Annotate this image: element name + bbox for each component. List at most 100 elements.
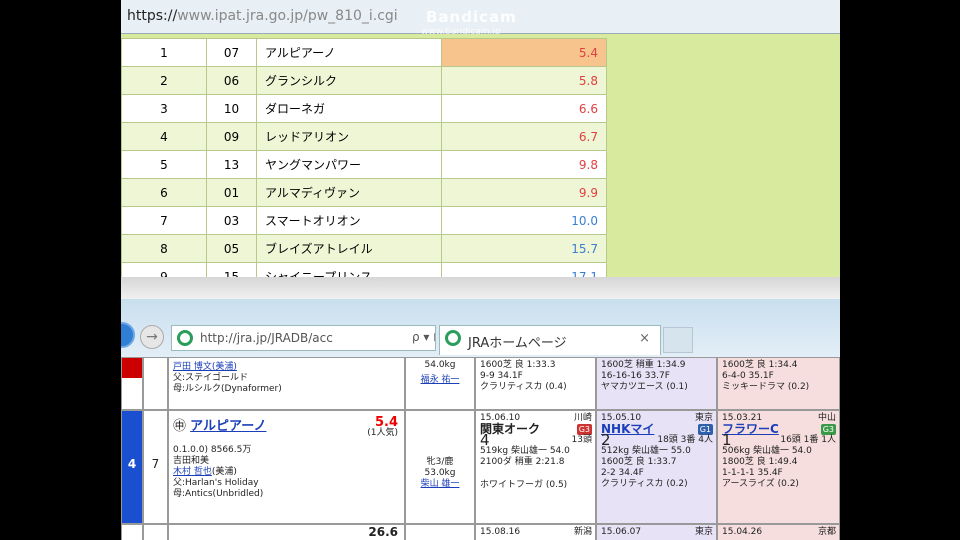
weight-cell-next [405, 524, 475, 540]
past-race-3-next[interactable]: 15.04.26 京都 [717, 524, 840, 540]
odds-row[interactable]: 8 05 ブレイズアトレイル 15.7 [121, 234, 607, 263]
race-venue: 新潟 [573, 527, 592, 537]
sire: 父:Harlan's Holiday [173, 478, 259, 488]
horse-name-cell: ヤングマンパワー [256, 150, 442, 179]
race-winner: ヤマカツエース (0.1) [601, 382, 688, 392]
past-race-3-prev[interactable]: 1600芝 良 1:34.4 6-4-0 35.1F ミッキードラマ (0.2) [717, 357, 840, 410]
bandicam-watermark: Bandicam [426, 8, 517, 26]
grade-badge: G3 [820, 424, 836, 435]
weight: 53.0kg [424, 468, 456, 478]
past-race-2-prev[interactable]: 1600芝 稍重 1:34.9 16-16-16 33.7F ヤマカツエース (… [596, 357, 717, 410]
race-position: 9-9 34.1F [480, 371, 523, 381]
frame-cell [121, 524, 143, 540]
tab-title: JRAホームページ [468, 336, 567, 351]
horse-number-cell: 01 [206, 178, 257, 207]
race-venue: 中山 [817, 413, 836, 423]
trainer-link[interactable]: 木村 哲也 [173, 467, 212, 477]
field-size: 13頭 [571, 435, 592, 445]
rank-cell: 5 [121, 150, 207, 179]
win-odds: 26.6 [368, 525, 398, 539]
weight-cell: 牝3/鹿 53.0kg 柴山 雄一 [405, 410, 475, 524]
race-venue: 東京 [694, 413, 713, 423]
race-card: 戸田 博文(美浦) 父:ステイゴールド 母:ルシルク(Dynaformer) 5… [121, 357, 840, 540]
top-url[interactable]: https://www.ipat.jra.go.jp/pw_810_i.cgi [127, 8, 398, 24]
past-race-1-next[interactable]: 15.08.16 新潟 [475, 524, 596, 540]
trainer-affiliation: (美浦) [211, 467, 237, 477]
horse-name-cell: アルピアーノ [256, 38, 442, 67]
horse-cell-prev: 戸田 博文(美浦) 父:ステイゴールド 母:ルシルク(Dynaformer) [168, 357, 405, 410]
close-tab-icon[interactable]: × [639, 331, 650, 346]
frame-cell [121, 357, 143, 410]
horse-cell-next: 26.6 [168, 524, 405, 540]
odds-row[interactable]: 7 03 スマートオリオン 10.0 [121, 206, 607, 235]
jra-favicon-icon [177, 330, 193, 346]
horse-name-link[interactable]: アルピアーノ [190, 419, 266, 434]
horse-number-cell: 13 [206, 150, 257, 179]
jockey-link[interactable]: 福永 祐一 [406, 375, 474, 386]
screenshot: https://www.ipat.jra.go.jp/pw_810_i.cgi … [121, 0, 840, 540]
odds-row[interactable]: 1 07 アルピアーノ 5.4 [121, 38, 607, 67]
race-venue: 川崎 [573, 413, 592, 423]
horse-name-cell: スマートオリオン [256, 206, 442, 235]
race-date: 15.04.26 [722, 527, 763, 537]
past-race-2[interactable]: 15.05.10 東京 NHKマイ G1 2 18頭 3番 4人 512kg 柴山雄一… [596, 410, 717, 524]
field-size: 18頭 3番 4人 [657, 435, 713, 445]
race-detail: 1600芝 良 1:33.7 [601, 457, 677, 467]
horse-number-cell: 03 [206, 206, 257, 235]
window-divider [121, 277, 840, 299]
odds-cell: 15.7 [441, 234, 607, 263]
odds-cell: 6.6 [441, 94, 607, 123]
odds-cell: 6.7 [441, 122, 607, 151]
rank-cell: 8 [121, 234, 207, 263]
race-winner: アースライズ (0.2) [722, 479, 799, 489]
horse-mark: ㊥ [173, 419, 187, 434]
dam: 母:Antics(Unbridled) [173, 489, 264, 499]
past-race-1-prev[interactable]: 1600芝 良 1:33.3 9-9 34.1F クラリティスカ (0.4) [475, 357, 596, 410]
sire: 父:ステイゴールド [173, 373, 249, 383]
forward-button[interactable]: → [140, 325, 164, 349]
race-winner: クラリティスカ (0.4) [480, 382, 567, 392]
past-race-1[interactable]: 15.06.10 川崎 関東オーク G3 4 13頭 519kg 柴山雄一 54.0 … [475, 410, 596, 524]
win-odds: 5.4 [374, 415, 398, 430]
race-detail: 1-1-1-1 35.4F [722, 468, 783, 478]
odds-row[interactable]: 4 09 レッドアリオン 6.7 [121, 122, 607, 151]
new-tab-button[interactable] [663, 327, 693, 353]
race-winner: クラリティスカ (0.2) [601, 479, 688, 489]
horse-number-cell: 06 [206, 66, 257, 95]
odds-row[interactable]: 6 01 アルマディヴァン 9.9 [121, 178, 607, 207]
race-venue: 東京 [694, 527, 713, 537]
odds-cell: 9.9 [441, 178, 607, 207]
finish-place: 4 [480, 431, 490, 449]
race-venue: 京都 [817, 527, 836, 537]
owner: 吉田和美 [173, 456, 210, 466]
jockey-link[interactable]: 柴山 雄一 [406, 479, 474, 490]
odds-row[interactable]: 3 10 ダローネガ 6.6 [121, 94, 607, 123]
field-size: 16頭 1番 1人 [780, 435, 836, 445]
horse-name-cell: アルマディヴァン [256, 178, 442, 207]
address-bar[interactable]: http://jra.jp/JRADB/acc ρ ▾ ⊡ C [171, 325, 436, 351]
frame-number: 4 [121, 410, 143, 524]
record: 0.1.0.0) [173, 445, 208, 455]
race-detail: 506kg 柴山雄一 54.0 [722, 446, 812, 456]
odds-row[interactable]: 2 06 グランシルク 5.8 [121, 66, 607, 95]
race-winner: ホワイトフーガ (0.5) [480, 480, 568, 490]
tab-jra-home[interactable]: JRAホームページ × [439, 325, 661, 355]
race-detail: 2100ダ 稍重 2:21.8 [480, 457, 565, 467]
horse-number: 7 [143, 410, 168, 524]
past-race-3[interactable]: 15.03.21 中山 フラワーC G3 1 16頭 1番 1人 506kg 柴山雄一… [717, 410, 840, 524]
odds-row[interactable]: 5 13 ヤングマンパワー 9.8 [121, 150, 607, 179]
horse-number-cell: 09 [206, 122, 257, 151]
horse-name-cell: グランシルク [256, 66, 442, 95]
odds-cell: 9.8 [441, 150, 607, 179]
race-date: 15.08.16 [480, 527, 521, 537]
trainer-link[interactable]: 戸田 博文(美浦) [173, 362, 404, 373]
race-info: 1600芝 良 1:33.3 [480, 360, 556, 370]
weight: 54.0kg [424, 360, 456, 370]
grade-badge: G1 [697, 424, 713, 435]
past-race-2-next[interactable]: 15.06.07 東京 [596, 524, 717, 540]
odds-table: 1 07 アルピアーノ 5.4 2 06 グランシルク 5.8 3 10 ダローネガ 6.6 4 09 レッ… [121, 38, 607, 291]
address-tools-icons[interactable]: ρ ▾ ⊡ C [412, 330, 435, 344]
race-position: 16-16-16 33.7F [601, 371, 670, 381]
race-date: 15.06.07 [601, 527, 642, 537]
top-address-bar[interactable]: https://www.ipat.jra.go.jp/pw_810_i.cgi … [121, 0, 840, 37]
